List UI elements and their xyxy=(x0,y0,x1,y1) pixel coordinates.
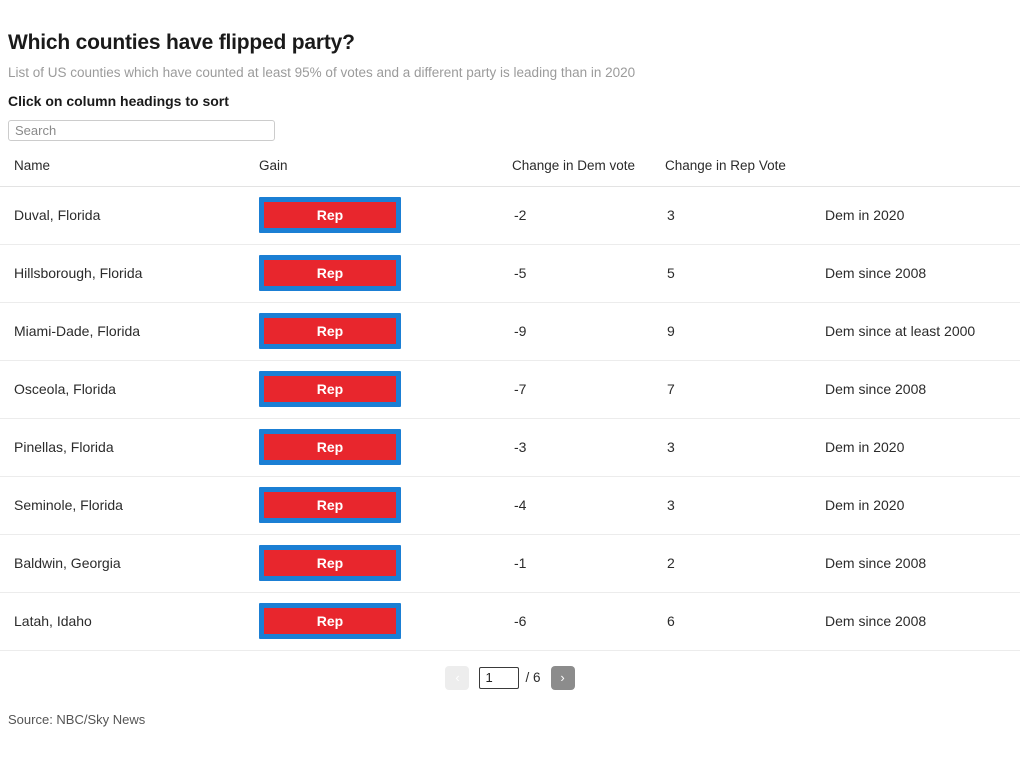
table-row: Seminole, Florida Rep -4 3 Dem in 2020 xyxy=(0,476,1020,535)
cell-county-name: Pinellas, Florida xyxy=(0,418,259,477)
cell-change-rep: 5 xyxy=(665,244,817,303)
page-subtitle: List of US counties which have counted a… xyxy=(8,65,636,81)
cell-change-rep: 9 xyxy=(665,302,817,361)
cell-gain: Rep xyxy=(259,476,512,535)
cell-change-dem: -9 xyxy=(512,302,665,361)
table-container: Name Gain Change in Dem vote Change in R… xyxy=(0,141,1020,651)
page-number-input[interactable] xyxy=(479,666,520,689)
party-gain-badge: Rep xyxy=(259,197,401,234)
column-header-note[interactable] xyxy=(817,157,1020,187)
cell-change-rep: 6 xyxy=(665,592,817,651)
table-row: Latah, Idaho Rep -6 6 Dem since 2008 xyxy=(0,592,1020,651)
sort-hint-text: Click on column headings to sort xyxy=(8,92,229,109)
pagination-controls: ‹ / 6 › xyxy=(0,651,1020,690)
cell-county-name: Osceola, Florida xyxy=(0,360,259,419)
cell-county-name: Duval, Florida xyxy=(0,186,259,245)
cell-history-note: Dem in 2020 xyxy=(817,476,1020,535)
table-row: Osceola, Florida Rep -7 7 Dem since 2008 xyxy=(0,360,1020,419)
cell-history-note: Dem since at least 2000 xyxy=(817,302,1020,361)
cell-change-rep: 3 xyxy=(665,418,817,477)
cell-history-note: Dem since 2008 xyxy=(817,244,1020,303)
cell-gain: Rep xyxy=(259,244,512,303)
cell-gain: Rep xyxy=(259,186,512,245)
column-header-gain[interactable]: Gain xyxy=(259,157,512,187)
flipped-counties-table: Name Gain Change in Dem vote Change in R… xyxy=(0,157,1020,651)
cell-county-name: Baldwin, Georgia xyxy=(0,534,259,593)
table-row: Baldwin, Georgia Rep -1 2 Dem since 2008 xyxy=(0,534,1020,593)
table-row: Hillsborough, Florida Rep -5 5 Dem since 200… xyxy=(0,244,1020,303)
cell-change-rep: 7 xyxy=(665,360,817,419)
cell-change-dem: -1 xyxy=(512,534,665,593)
table-row: Pinellas, Florida Rep -3 3 Dem in 2020 xyxy=(0,418,1020,477)
party-gain-badge: Rep xyxy=(259,255,401,292)
table-row: Duval, Florida Rep -2 3 Dem in 2020 xyxy=(0,186,1020,245)
cell-gain: Rep xyxy=(259,418,512,477)
cell-history-note: Dem in 2020 xyxy=(817,186,1020,245)
table-row: Miami-Dade, Florida Rep -9 9 Dem since at le… xyxy=(0,302,1020,361)
cell-county-name: Latah, Idaho xyxy=(0,592,259,651)
search-wrap xyxy=(8,110,1012,141)
total-pages-label: / 6 xyxy=(525,670,541,686)
party-gain-badge: Rep xyxy=(259,545,401,582)
party-gain-badge: Rep xyxy=(259,487,401,524)
table-header-row: Name Gain Change in Dem vote Change in R… xyxy=(0,157,1020,187)
cell-change-dem: -7 xyxy=(512,360,665,419)
table-body: Duval, Florida Rep -2 3 Dem in 2020 Hillsboro… xyxy=(0,186,1020,651)
cell-history-note: Dem since 2008 xyxy=(817,534,1020,593)
previous-page-button[interactable]: ‹ xyxy=(445,665,470,690)
cell-change-dem: -2 xyxy=(512,186,665,245)
search-input[interactable] xyxy=(8,119,275,141)
cell-gain: Rep xyxy=(259,360,512,419)
cell-change-rep: 3 xyxy=(665,186,817,245)
cell-county-name: Seminole, Florida xyxy=(0,476,259,535)
cell-history-note: Dem since 2008 xyxy=(817,592,1020,651)
next-page-button[interactable]: › xyxy=(550,665,575,690)
party-gain-badge: Rep xyxy=(259,371,401,408)
source-credit: Source: NBC/Sky News xyxy=(8,712,146,727)
party-gain-badge: Rep xyxy=(259,603,401,640)
cell-gain: Rep xyxy=(259,534,512,593)
cell-history-note: Dem since 2008 xyxy=(817,360,1020,419)
cell-gain: Rep xyxy=(259,592,512,651)
cell-change-dem: -6 xyxy=(512,592,665,651)
cell-change-rep: 2 xyxy=(665,534,817,593)
party-gain-badge: Rep xyxy=(259,313,401,350)
cell-change-dem: -3 xyxy=(512,418,665,477)
column-header-change-dem[interactable]: Change in Dem vote xyxy=(512,157,665,187)
cell-county-name: Hillsborough, Florida xyxy=(0,244,259,303)
cell-change-dem: -5 xyxy=(512,244,665,303)
header-block: Which counties have flipped party? List … xyxy=(0,0,1020,141)
cell-change-dem: -4 xyxy=(512,476,665,535)
page-title: Which counties have flipped party? xyxy=(8,31,355,54)
cell-gain: Rep xyxy=(259,302,512,361)
column-header-change-rep[interactable]: Change in Rep Vote xyxy=(665,157,817,187)
column-header-name[interactable]: Name xyxy=(0,157,259,187)
flipped-counties-widget: Which counties have flipped party? List … xyxy=(0,0,1020,757)
cell-history-note: Dem in 2020 xyxy=(817,418,1020,477)
cell-county-name: Miami-Dade, Florida xyxy=(0,302,259,361)
party-gain-badge: Rep xyxy=(259,429,401,466)
cell-change-rep: 3 xyxy=(665,476,817,535)
table-header: Name Gain Change in Dem vote Change in R… xyxy=(0,157,1020,187)
